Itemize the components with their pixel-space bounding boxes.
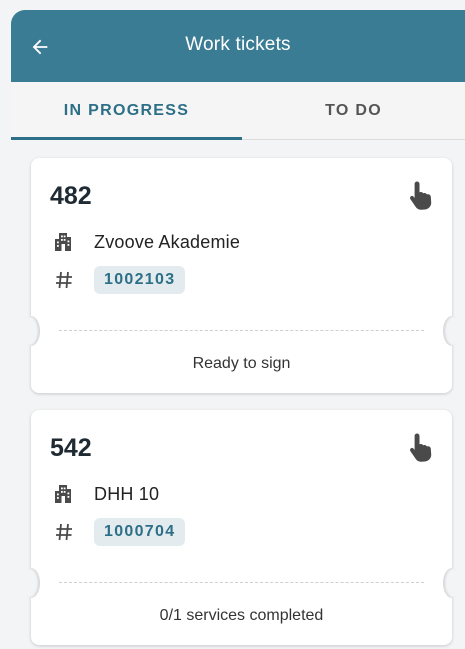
ticket-notch-right [443, 316, 461, 346]
page-title: Work tickets [185, 34, 291, 55]
building-icon [52, 482, 76, 506]
company-name: Zvoove Akademie [94, 231, 241, 252]
building-icon [52, 230, 76, 254]
ticket-card[interactable]: 482 Zvoove Akademie 1002103 Ready to sig… [22, 158, 461, 393]
company-name: DHH 10 [94, 483, 160, 504]
ticket-number: 482 [50, 182, 92, 210]
touch-hand-icon[interactable] [407, 432, 433, 462]
ticket-notch-left [22, 568, 40, 598]
hash-icon [52, 268, 76, 292]
tab-in-progress[interactable]: IN PROGRESS [11, 82, 242, 139]
ticket-number: 542 [50, 434, 92, 462]
ticket-divider [59, 582, 424, 583]
ticket-status: Ready to sign [192, 355, 291, 372]
company-row: DHH 10 [52, 482, 159, 506]
touch-hand-icon[interactable] [407, 180, 433, 210]
ticket-notch-right [443, 568, 461, 598]
ticket-id-badge: 1002103 [94, 266, 186, 294]
ticket-id-row: 1000704 [52, 518, 186, 546]
tab-to-do[interactable]: TO DO [242, 82, 465, 139]
ticket-notch-left [22, 316, 40, 346]
hash-icon [52, 520, 76, 544]
ticket-id-badge: 1000704 [94, 518, 186, 546]
ticket-id-row: 1002103 [52, 266, 186, 294]
company-row: Zvoove Akademie [52, 230, 240, 254]
active-tab-indicator [11, 137, 242, 140]
app-bar: Work tickets [11, 10, 465, 82]
ticket-card[interactable]: 542 DHH 10 1000704 0/1 services complete… [22, 410, 461, 645]
ticket-divider [59, 330, 424, 331]
tab-bar: IN PROGRESS TO DO [11, 82, 465, 140]
ticket-status: 0/1 services completed [159, 607, 324, 624]
